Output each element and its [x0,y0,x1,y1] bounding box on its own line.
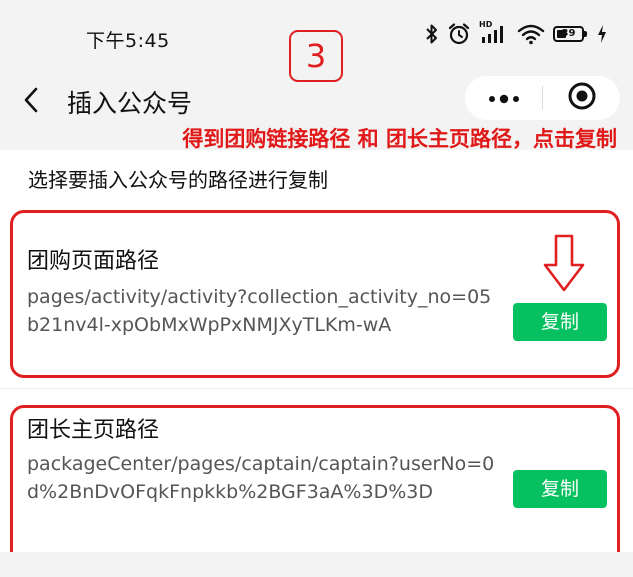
status-time: 下午5:45 [86,30,170,52]
battery-level: 39 [561,28,576,39]
status-icons: HD 39 [425,20,607,46]
close-button[interactable] [543,76,620,120]
main-content: 选择要插入公众号的路径进行复制 团购页面路径 pages/activity/ac… [0,150,633,577]
chevron-left-icon[interactable] [20,84,44,116]
battery-icon: 39 [553,25,589,43]
target-circle-icon [567,81,597,115]
copy-button[interactable]: 复制 [513,303,607,341]
more-button[interactable] [465,76,542,120]
down-arrow-annotation-icon [542,233,586,293]
card-path-text: packageCenter/pages/captain/captain?user… [27,453,495,503]
card-title: 团长主页路径 [27,418,160,443]
card-path-text: pages/activity/activity?collection_activ… [27,286,492,336]
alarm-icon [447,22,471,46]
instruction-text: 选择要插入公众号的路径进行复制 [28,168,328,192]
copy-button[interactable]: 复制 [513,470,607,508]
mini-program-capsule [465,76,620,120]
bottom-strip [0,552,633,577]
card-title: 团购页面路径 [27,249,160,274]
charging-icon [597,24,607,44]
wifi-icon [517,23,545,45]
hd-signal-icon: HD [479,20,509,46]
bluetooth-icon [425,23,439,45]
more-dots-icon [487,89,521,108]
path-card-group-buy: 团购页面路径 pages/activity/activity?collectio… [10,210,620,378]
page-title: 插入公众号 [67,89,193,118]
path-card-captain: 团长主页路径 packageCenter/pages/captain/capta… [10,405,620,567]
section-divider [0,388,633,389]
annotation-text: 得到团购链接路径 和 团长主页路径，点击复制 [182,127,617,151]
